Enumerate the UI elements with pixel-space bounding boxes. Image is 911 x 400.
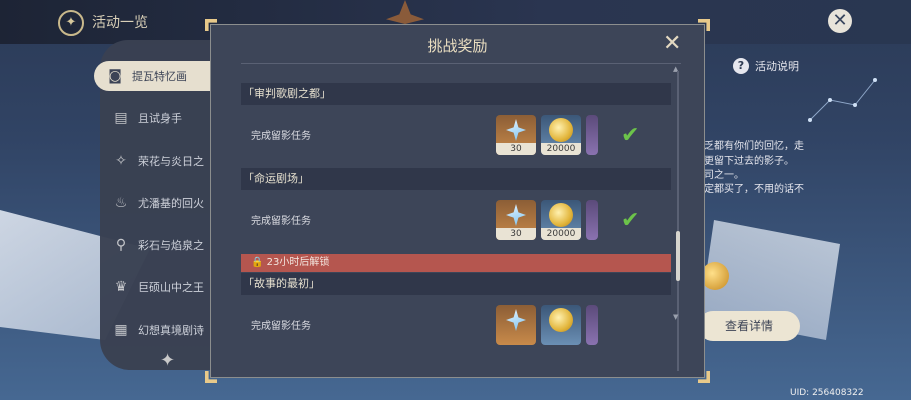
cards-icon: ▤ (114, 110, 128, 126)
sparkle-icon: ✦ (160, 350, 176, 371)
primogem-reward[interactable]: 30 (496, 200, 536, 240)
activity-sidebar: ◙ 提瓦特忆画 ▤ 且试身手 ✧ 荣花与炎日之 ♨ 尤潘基的回火 ⚲ 彩石与焰泉… (94, 40, 210, 370)
view-details-button[interactable]: 查看详情 (698, 311, 800, 341)
rewards-list[interactable]: 「审判歌剧之都」 完成留影任务 30 20000 ✔ 「命运剧场」 完成留影任务… (241, 71, 681, 371)
activity-help-link[interactable]: ? 活动说明 (733, 58, 799, 74)
section-header: 「故事的最初」 (241, 273, 671, 295)
challenge-rewards-modal: 挑战奖励 ✕ 「审判歌剧之都」 完成留影任务 30 20000 ✔ 「命运剧场」… (205, 19, 705, 378)
mountain-crown-icon: ♛ (114, 279, 128, 295)
description-line: 更留下过去的影子。 (704, 156, 794, 167)
mora-coin-icon (549, 118, 573, 142)
sidebar-item-label: 巨硕山中之王 (138, 281, 204, 294)
uid-label: UID: 256408322 (790, 388, 864, 398)
lock-icon: 🔒 (251, 257, 264, 268)
flower-icon: ✧ (115, 153, 127, 169)
primogem-icon (506, 119, 526, 141)
scroll-thumb[interactable] (676, 231, 680, 281)
checkmark-icon: ✔ (621, 123, 640, 148)
compass-icon: ✦ (58, 10, 84, 36)
sidebar-item-label: 幻想真境剧诗 (138, 324, 204, 337)
mora-coin-icon (549, 308, 573, 332)
close-icon[interactable]: ✕ (828, 9, 852, 33)
mora-coin-icon (549, 203, 573, 227)
sidebar-item-label: 荣花与炎日之 (138, 155, 204, 168)
description-line: 定都买了，不用的话不 (704, 184, 804, 195)
sidebar-item-label: 尤潘基的回火 (138, 197, 204, 210)
scrollbar[interactable] (676, 71, 680, 371)
sidebar-item-theater[interactable]: ▦ 幻想真境剧诗 (100, 315, 210, 345)
partial-reward[interactable] (586, 115, 598, 155)
flame-icon: ♨ (114, 195, 128, 211)
mora-reward[interactable]: 20000 (541, 200, 581, 240)
book-icon: ▦ (114, 322, 128, 338)
partial-reward[interactable] (586, 305, 598, 345)
lock-text: 23小时后解锁 (266, 257, 330, 268)
corner-ornament (698, 371, 710, 383)
partial-reward[interactable] (586, 200, 598, 240)
primogem-icon (506, 204, 526, 226)
divider (241, 63, 681, 64)
reward-count: 20000 (541, 228, 581, 240)
primogem-icon (506, 309, 526, 331)
camera-icon: ◙ (108, 68, 122, 84)
task-label: 完成留影任务 (251, 216, 311, 227)
coin-icon (701, 262, 729, 290)
task-label: 完成留影任务 (251, 321, 311, 332)
sidebar-item-label: 且试身手 (138, 112, 182, 125)
corner-ornament (698, 19, 710, 31)
close-x-icon[interactable]: ✕ (663, 33, 681, 55)
mora-reward[interactable]: 20000 (541, 115, 581, 155)
sidebar-item-mountain[interactable]: ♛ 巨硕山中之王 (100, 272, 210, 302)
checkmark-icon: ✔ (621, 208, 640, 233)
description-line: 乏都有你们的回忆，走 (704, 141, 804, 152)
list-item: 完成留影任务 (241, 299, 671, 351)
reward-count: 30 (496, 143, 536, 155)
description-line: 司之一。 (704, 170, 744, 181)
sidebar-item-label: 彩石与焰泉之 (138, 239, 204, 252)
primogem-reward[interactable] (496, 305, 536, 345)
sidebar-item-flame[interactable]: ♨ 尤潘基的回火 (100, 188, 210, 218)
sidebar-item-flower[interactable]: ✧ 荣花与炎日之 (100, 146, 210, 176)
lock-bar: 🔒 23小时后解锁 (241, 254, 671, 272)
sidebar-item-trial[interactable]: ▤ 且试身手 (100, 103, 210, 133)
sidebar-item-memory[interactable]: ◙ 提瓦特忆画 (94, 61, 210, 91)
primogem-reward[interactable]: 30 (496, 115, 536, 155)
question-icon: ? (733, 58, 749, 74)
reward-count: 30 (496, 228, 536, 240)
corner-ornament (205, 19, 217, 31)
task-label: 完成留影任务 (251, 131, 311, 142)
reward-count: 20000 (541, 143, 581, 155)
corner-ornament (205, 371, 217, 383)
sidebar-item-stone[interactable]: ⚲ 彩石与焰泉之 (100, 230, 210, 260)
section-header: 「命运剧场」 (241, 168, 671, 190)
scroll-down-icon[interactable]: ▼ (673, 313, 678, 321)
list-item: 完成留影任务 30 20000 ✔ (241, 194, 671, 246)
modal-title: 挑战奖励 (427, 37, 488, 55)
help-label: 活动说明 (755, 60, 799, 73)
mora-reward[interactable] (541, 305, 581, 345)
list-item: 完成留影任务 30 20000 ✔ (241, 109, 671, 161)
sidebar-item-label: 提瓦特忆画 (132, 70, 187, 83)
page-title: 活动一览 (92, 15, 148, 31)
map-pin-icon: ⚲ (115, 237, 127, 253)
section-header: 「审判歌剧之都」 (241, 83, 671, 105)
constellation-icon (808, 78, 877, 122)
